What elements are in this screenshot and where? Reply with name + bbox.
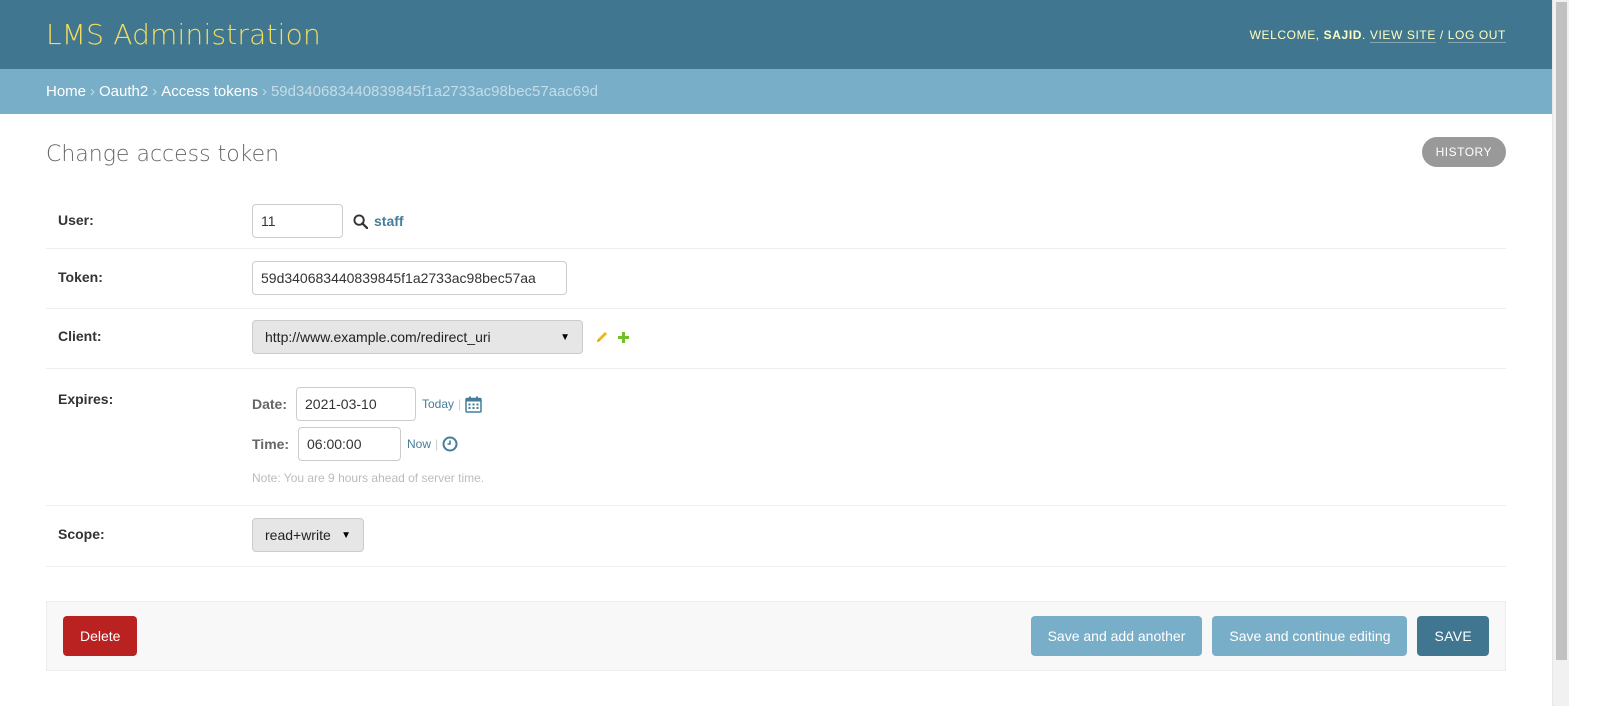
user-tools: WELCOME, SAJID. VIEW SITE / LOG OUT (1249, 27, 1506, 43)
submit-row: Delete Save and add another Save and con… (46, 601, 1506, 671)
today-link[interactable]: Today (422, 397, 454, 411)
token-field (252, 261, 1494, 295)
title-row: Change access token HISTORY (46, 114, 1506, 194)
user-tools-separator: / (1439, 27, 1444, 42)
clock-icon[interactable] (442, 436, 458, 452)
scope-select[interactable]: read+write ▼ (252, 518, 364, 552)
breadcrumb-separator: › (261, 83, 267, 100)
site-branding[interactable]: LMS Administration (46, 18, 321, 51)
pencil-icon[interactable] (595, 330, 609, 344)
scope-label: Scope: (58, 526, 105, 542)
time-label: Time: (252, 436, 290, 452)
scrollbar-thumb[interactable] (1556, 2, 1567, 660)
token-label: Token: (58, 269, 103, 285)
chevron-down-icon: ▼ (341, 529, 351, 541)
client-field: http://www.example.com/redirect_uri ▼ (252, 320, 1494, 354)
save-button[interactable]: SAVE (1417, 616, 1489, 656)
token-row: Token: (46, 249, 1506, 309)
user-field: staff (252, 204, 1494, 238)
welcome-suffix: . (1362, 27, 1366, 42)
shortcut-separator: | (435, 437, 439, 451)
user-lookup-link[interactable]: staff (374, 213, 404, 229)
plus-icon[interactable] (617, 331, 630, 344)
content: Change access token HISTORY User: staff … (0, 114, 1552, 671)
delete-button[interactable]: Delete (63, 616, 138, 656)
date-label: Date: (252, 396, 288, 412)
client-selected-value: http://www.example.com/redirect_uri (265, 329, 491, 345)
client-label: Client: (58, 328, 102, 344)
scope-selected-value: read+write (265, 527, 331, 543)
time-line: Time: Now | (252, 427, 484, 461)
user-row: User: staff (46, 194, 1506, 249)
client-row: Client: http://www.example.com/redirect_… (46, 309, 1506, 369)
log-out-link[interactable]: LOG OUT (1447, 27, 1506, 43)
time-input[interactable] (298, 427, 401, 461)
client-select[interactable]: http://www.example.com/redirect_uri ▼ (252, 320, 583, 354)
breadcrumb-separator: › (90, 83, 96, 100)
admin-page: LMS Administration WELCOME, SAJID. VIEW … (0, 0, 1552, 706)
save-and-add-another-button[interactable]: Save and add another (1030, 616, 1203, 656)
date-line: Date: Today | (252, 387, 484, 421)
expires-label: Expires: (58, 391, 114, 407)
view-site-link[interactable]: VIEW SITE (1369, 27, 1436, 43)
history-button[interactable]: HISTORY (1421, 137, 1506, 167)
welcome-prefix: WELCOME, (1249, 27, 1320, 42)
page-title: Change access token (46, 141, 280, 167)
timezone-note: Note: You are 9 hours ahead of server ti… (252, 471, 485, 485)
now-link[interactable]: Now (407, 437, 431, 451)
search-icon[interactable] (353, 213, 368, 229)
save-and-continue-button[interactable]: Save and continue editing (1212, 616, 1408, 656)
breadcrumb-current: 59d340683440839845f1a2733ac98bec57aac69d (270, 83, 598, 100)
user-id-input[interactable] (252, 204, 343, 238)
scrollbar-track[interactable] (1552, 0, 1569, 706)
username: SAJID (1323, 27, 1363, 42)
scope-row: Scope: read+write ▼ (46, 506, 1506, 567)
breadcrumb-oauth2[interactable]: Oauth2 (99, 83, 148, 100)
user-label: User: (58, 212, 94, 228)
header: LMS Administration WELCOME, SAJID. VIEW … (0, 0, 1552, 69)
save-buttons: Save and add another Save and continue e… (1021, 616, 1489, 656)
calendar-icon[interactable] (465, 396, 482, 413)
scope-field: read+write ▼ (252, 518, 1494, 552)
date-input[interactable] (296, 387, 416, 421)
chevron-down-icon: ▼ (560, 331, 570, 343)
breadcrumb-access-tokens[interactable]: Access tokens (161, 83, 258, 100)
breadcrumb-home[interactable]: Home (46, 83, 86, 100)
breadcrumb-separator: › (152, 83, 158, 100)
expires-row: Expires: Date: Today | (46, 369, 1506, 506)
breadcrumb: Home › Oauth2 › Access tokens › 59d34068… (0, 69, 1552, 114)
scrollbar-area (1552, 0, 1598, 706)
shortcut-separator: | (458, 397, 462, 411)
token-input[interactable] (252, 261, 567, 295)
expires-field: Date: Today | Time: (252, 381, 484, 485)
